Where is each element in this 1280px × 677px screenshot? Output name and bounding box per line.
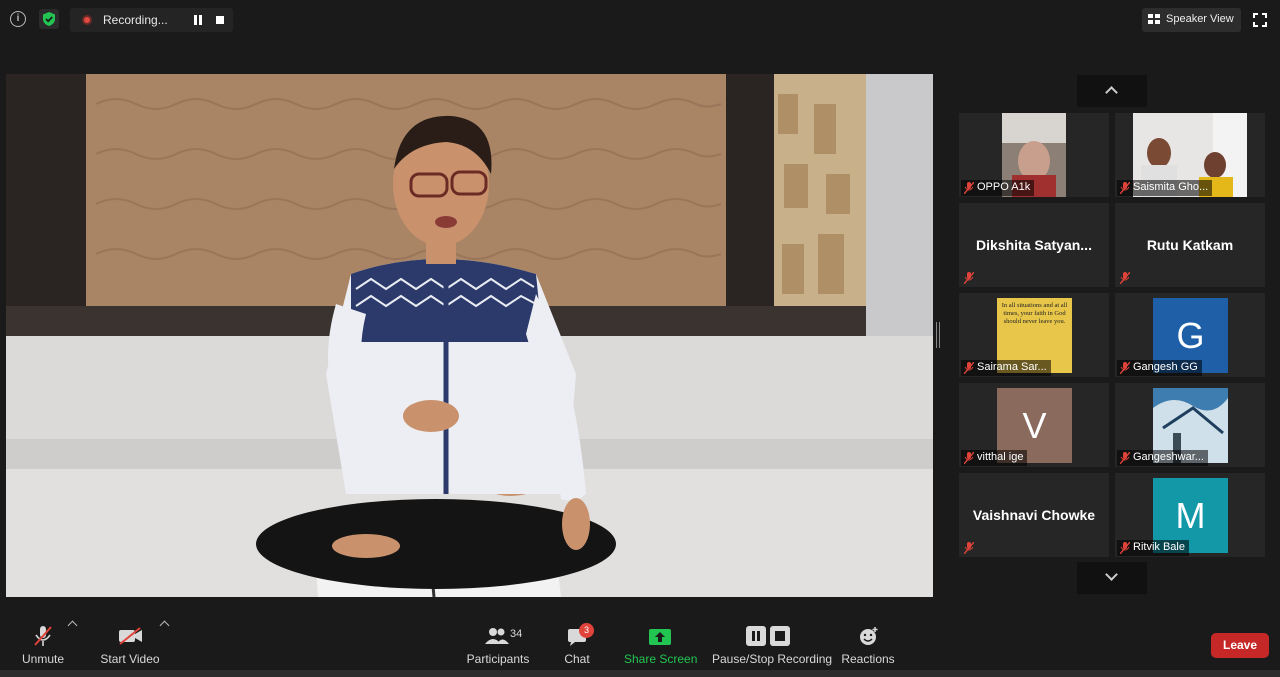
reactions-label: Reactions: [841, 652, 895, 666]
participant-name-label: OPPO A1k: [961, 180, 1035, 196]
video-off-icon: [119, 627, 142, 645]
chevron-up-icon: [1105, 86, 1118, 99]
muted-mic-icon: [1120, 272, 1130, 284]
audio-options-caret-icon[interactable]: [67, 620, 78, 631]
muted-mic-icon: [964, 272, 974, 284]
start-video-button[interactable]: Start Video: [98, 620, 162, 670]
share-screen-icon: [649, 629, 671, 645]
start-video-label: Start Video: [100, 652, 160, 666]
participant-name-label: Sairama Sar...: [961, 360, 1051, 376]
pause-recording-icon[interactable]: [193, 15, 203, 25]
participant-tile[interactable]: Gangeshwar...: [1115, 383, 1265, 467]
participants-button[interactable]: 34 Participants: [464, 620, 532, 670]
fullscreen-icon[interactable]: [1253, 13, 1267, 27]
participant-name-label: Gangesh GG: [1117, 360, 1202, 376]
participant-tile[interactable]: In all situations and at all times, your…: [959, 293, 1109, 377]
participant-name-label: Gangeshwar...: [1117, 450, 1208, 466]
chat-label: Chat: [564, 652, 590, 666]
encryption-shield-icon[interactable]: [39, 9, 59, 29]
gallery-scroll-down-button[interactable]: [1077, 562, 1147, 594]
participant-name-label: Ritvik Bale: [1117, 540, 1189, 556]
panel-resize-handle[interactable]: [936, 322, 940, 348]
meeting-toolbar: Unmute Start Video 34 Participants 3 Cha…: [0, 610, 1280, 677]
share-screen-label: Share Screen: [624, 652, 698, 666]
stop-recording-icon[interactable]: [216, 16, 224, 24]
leave-meeting-button[interactable]: Leave: [1211, 633, 1269, 658]
bottom-edge: [0, 670, 1280, 677]
chevron-down-icon: [1105, 568, 1118, 581]
unmute-label: Unmute: [21, 652, 65, 666]
participant-tile[interactable]: Saismita Gho...: [1115, 113, 1265, 197]
participant-display-name: Rutu Katkam: [1146, 237, 1234, 253]
active-speaker-video: [6, 74, 933, 597]
gallery-scroll-up-button[interactable]: [1077, 75, 1147, 107]
reactions-icon: [860, 627, 878, 645]
participant-name-label: Saismita Gho...: [1117, 180, 1213, 196]
muted-mic-icon: [964, 542, 974, 554]
recording-dot-icon: [82, 15, 92, 25]
pause-stop-recording-label: Pause/Stop Recording: [712, 652, 833, 666]
muted-mic-icon: [1120, 542, 1130, 554]
participant-mute-indicator: [961, 540, 981, 556]
pause-stop-icon: [746, 626, 790, 646]
participant-tile[interactable]: OPPO A1k: [959, 113, 1109, 197]
muted-mic-icon: [1120, 452, 1130, 464]
speaker-view-button[interactable]: Speaker View: [1142, 8, 1241, 32]
reactions-button[interactable]: Reactions: [840, 620, 896, 670]
pause-stop-recording-button[interactable]: Pause/Stop Recording: [712, 620, 833, 670]
muted-mic-icon: [964, 362, 974, 374]
muted-mic-icon: [1120, 362, 1130, 374]
participant-tile[interactable]: G Gangesh GG: [1115, 293, 1265, 377]
participants-label: Participants: [466, 652, 530, 666]
unmute-button[interactable]: Unmute: [18, 620, 68, 670]
participant-tile[interactable]: V vitthal ige: [959, 383, 1109, 467]
view-grid-icon: [1148, 14, 1161, 25]
share-screen-button[interactable]: Share Screen: [624, 620, 698, 670]
chat-unread-badge: 3: [579, 623, 594, 638]
speaker-view-label: Speaker View: [1166, 13, 1234, 25]
participant-mute-indicator: [1117, 270, 1137, 286]
muted-mic-icon: [34, 626, 52, 646]
top-bar: i Recording... Speaker View: [0, 0, 1280, 40]
muted-mic-icon: [964, 182, 974, 194]
recording-indicator: Recording...: [70, 8, 233, 32]
participants-icon: [485, 628, 509, 644]
participant-tile[interactable]: M Ritvik Bale: [1115, 473, 1265, 557]
info-icon[interactable]: i: [10, 11, 26, 27]
muted-mic-icon: [1120, 182, 1130, 194]
recording-status-label: Recording...: [103, 13, 168, 27]
participant-name-label: vitthal ige: [961, 450, 1028, 466]
participant-tile[interactable]: Vaishnavi Chowke: [959, 473, 1109, 557]
participant-tile[interactable]: Rutu Katkam: [1115, 203, 1265, 287]
participant-display-name: Vaishnavi Chowke: [972, 507, 1096, 523]
participants-count: 34: [510, 628, 523, 640]
participant-mute-indicator: [961, 270, 981, 286]
participant-tile[interactable]: Dikshita Satyan...: [959, 203, 1109, 287]
chat-button[interactable]: 3 Chat: [557, 620, 597, 670]
muted-mic-icon: [964, 452, 974, 464]
participant-display-name: Dikshita Satyan...: [976, 237, 1092, 253]
